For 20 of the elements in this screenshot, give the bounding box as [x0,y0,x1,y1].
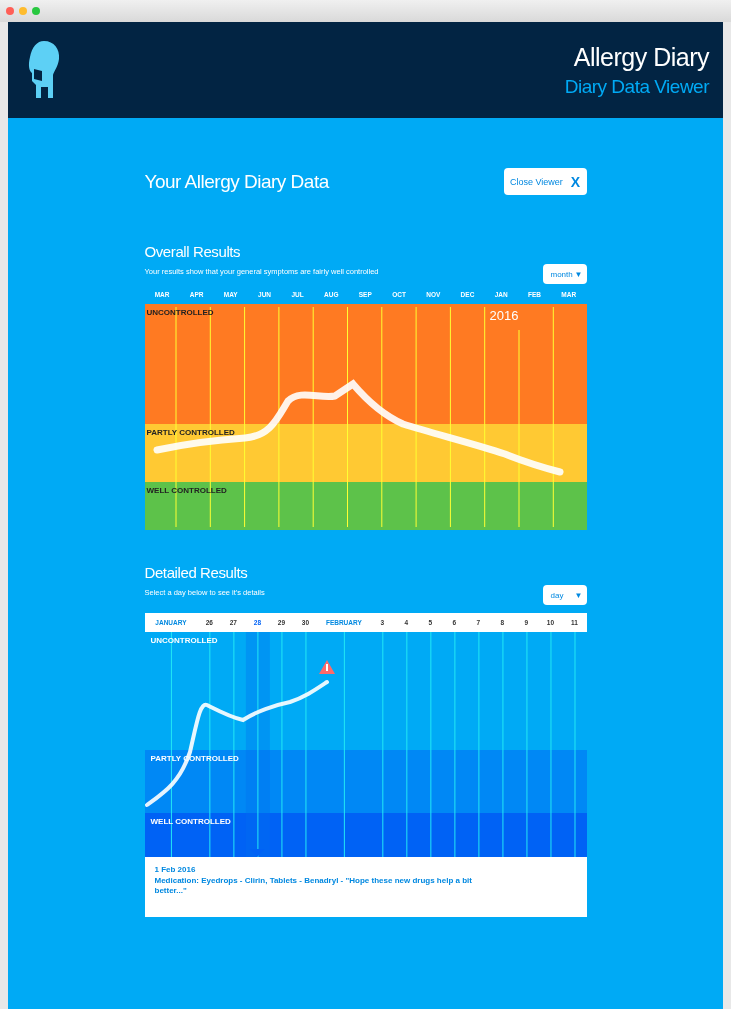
app-subtitle: Diary Data Viewer [564,75,709,98]
detail-note: Medication: Eyedrops - Clirin, Tablets - Benadryl - "Hope these new drugs help a bit better..." [154,876,473,897]
section-title: Detailed Results [144,564,249,581]
period-dropdown[interactable]: day ▼ [542,585,587,605]
year-label: 2016 [489,308,519,323]
section-title: Overall Results [144,243,242,260]
window-control-button[interactable] [32,7,40,15]
period-dropdown[interactable]: month ▼ [542,264,587,284]
close-viewer-button[interactable]: Close Viewer X [503,168,587,195]
band-label: PARTLY CONTROLLED [146,428,235,437]
window-control-button[interactable] [19,7,27,15]
window-control-button[interactable] [6,7,14,15]
head-logo-icon [28,41,60,99]
band-label: WELL CONTROLLED [150,817,231,826]
app-title: Allergy Diary [573,42,709,72]
detail-date: 1 Feb 2016 [154,865,197,874]
page-title: Your Allergy Diary Data [144,170,329,193]
band-label: UNCONTROLLED [146,308,214,317]
band-label: UNCONTROLLED [150,636,218,645]
warning-icon [318,660,335,674]
